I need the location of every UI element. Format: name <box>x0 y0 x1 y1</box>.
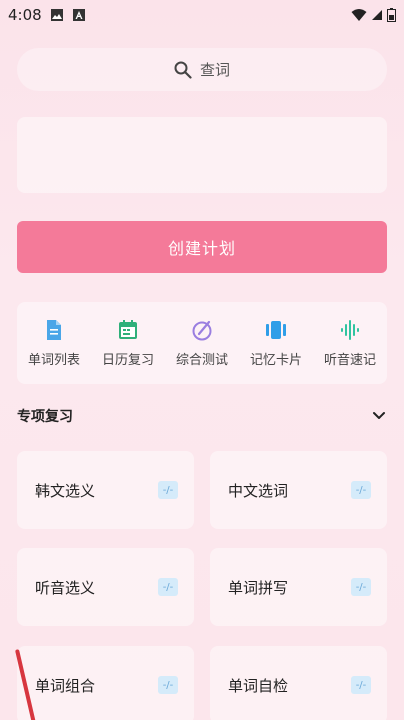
quick-action-listen-memorize[interactable]: 听音速记 <box>315 319 385 368</box>
progress-badge: -/- <box>351 481 371 499</box>
cellular-signal-icon <box>372 10 382 20</box>
progress-badge: -/- <box>351 676 371 694</box>
quick-action-label: 日历复习 <box>101 352 154 368</box>
quick-action-comprehensive-test[interactable]: 综合测试 <box>167 319 237 368</box>
calendar-icon <box>119 319 137 339</box>
plan-info-card <box>17 117 387 193</box>
review-card-listen-meaning[interactable]: 听音选义 -/- <box>17 548 194 626</box>
review-card-label: 单词自检 <box>228 676 289 695</box>
status-bar: 4:08 <box>0 0 404 30</box>
progress-badge: -/- <box>158 481 178 499</box>
quick-action-label: 综合测试 <box>175 352 228 368</box>
search-bar[interactable]: 查词 <box>17 48 387 91</box>
status-time: 4:08 <box>8 6 42 24</box>
document-icon <box>47 319 61 340</box>
progress-badge: -/- <box>158 578 178 596</box>
review-card-self-check[interactable]: 单词自检 -/- <box>210 646 387 720</box>
quick-action-label: 听音速记 <box>323 352 376 368</box>
app-notification-icon <box>72 9 85 21</box>
cards-icon <box>266 320 286 339</box>
quick-action-word-list[interactable]: 单词列表 <box>19 319 89 368</box>
quick-action-memory-cards[interactable]: 记忆卡片 <box>241 319 311 368</box>
section-title: 专项复习 <box>17 409 73 425</box>
quick-actions-panel: 单词列表 日历复习 综合测试 记忆卡片 听音速记 <box>17 302 387 384</box>
image-notification-icon <box>50 9 63 21</box>
create-plan-button[interactable]: 创建计划 <box>17 221 387 273</box>
review-card-spelling[interactable]: 单词拼写 -/- <box>210 548 387 626</box>
quick-action-label: 单词列表 <box>27 352 80 368</box>
review-card-chinese-word[interactable]: 中文选词 -/- <box>210 451 387 529</box>
review-card-label: 听音选义 <box>35 578 96 597</box>
chevron-down-icon[interactable] <box>371 408 387 424</box>
special-review-header[interactable]: 专项复习 <box>17 404 387 428</box>
review-card-word-combination[interactable]: 单词组合 -/- <box>17 646 194 720</box>
review-card-label: 韩文选义 <box>35 481 96 500</box>
test-icon <box>192 320 212 340</box>
battery-icon <box>387 8 396 22</box>
review-card-label: 单词组合 <box>35 676 96 695</box>
audio-wave-icon <box>341 319 359 340</box>
quick-action-calendar-review[interactable]: 日历复习 <box>93 319 163 368</box>
search-icon <box>174 61 192 79</box>
progress-badge: -/- <box>158 676 178 694</box>
progress-badge: -/- <box>351 578 371 596</box>
review-card-label: 中文选词 <box>228 481 289 500</box>
quick-action-label: 记忆卡片 <box>249 352 302 368</box>
search-label: 查词 <box>199 61 230 79</box>
review-card-korean-meaning[interactable]: 韩文选义 -/- <box>17 451 194 529</box>
review-card-label: 单词拼写 <box>228 578 289 597</box>
wifi-icon <box>351 9 367 21</box>
